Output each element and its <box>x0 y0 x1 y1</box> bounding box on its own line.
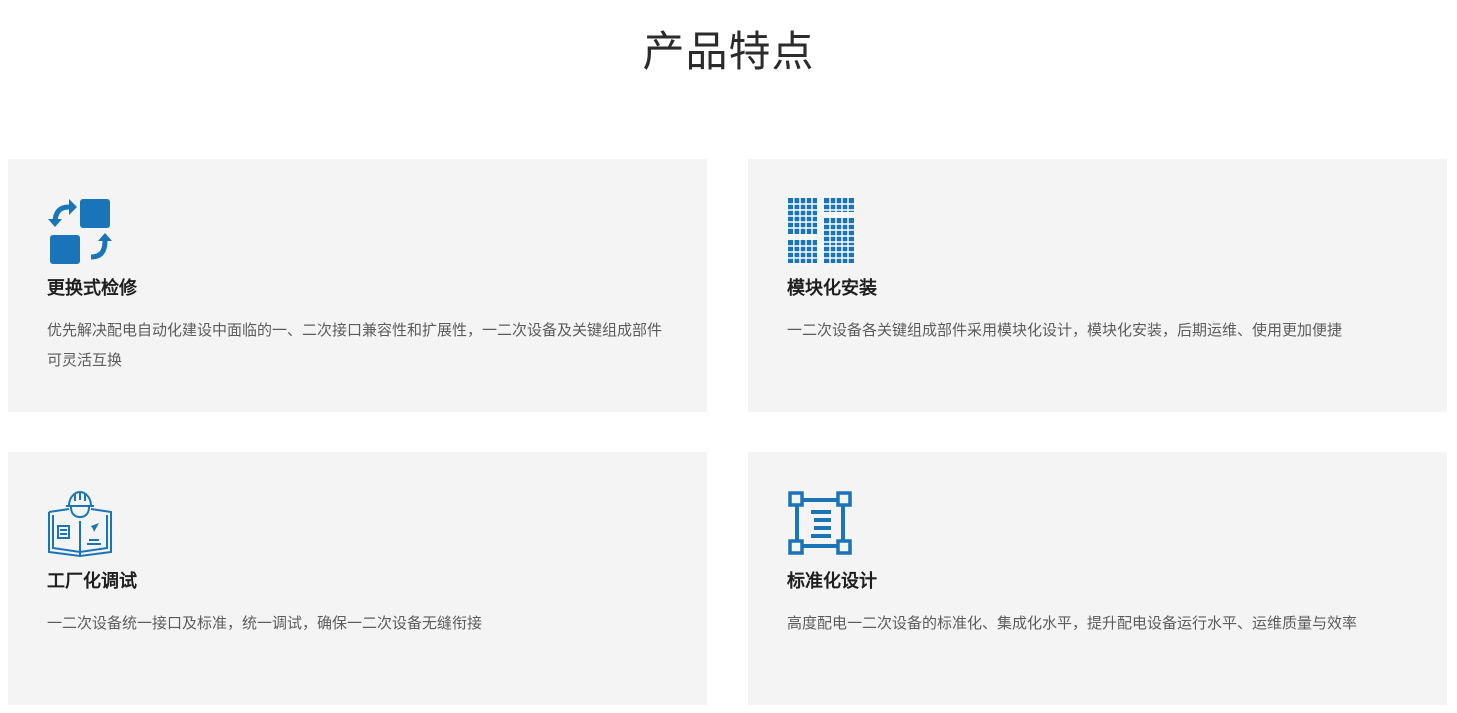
standard-frame-icon <box>787 490 855 558</box>
feature-card-standard-design: 标准化设计 高度配电一二次设备的标准化、集成化水平，提升配电设备运行水平、运维质… <box>748 452 1447 705</box>
swap-icon <box>47 197 115 265</box>
feature-card-factory-debug: 工厂化调试 一二次设备统一接口及标准，统一调试，确保一二次设备无缝衔接 <box>8 452 707 705</box>
feature-title: 更换式检修 <box>47 278 137 299</box>
feature-card-replace-maintenance: 更换式检修 优先解决配电自动化建设中面临的一、二次接口兼容性和扩展性，一二次设备… <box>8 159 707 412</box>
feature-card-modular-install: 模块化安装 一二次设备各关键组成部件采用模块化设计，模块化安装，后期运维、使用更… <box>748 159 1447 412</box>
feature-title: 工厂化调试 <box>47 571 137 592</box>
feature-description: 一二次设备各关键组成部件采用模块化设计，模块化安装，后期运维、使用更加便捷 <box>787 321 1343 339</box>
module-grid-icon <box>787 197 855 265</box>
feature-description: 优先解决配电自动化建设中面临的一、二次接口兼容性和扩展性，一二次设备及关键组成部… <box>47 321 663 369</box>
feature-description: 高度配电一二次设备的标准化、集成化水平，提升配电设备运行水平、运维质量与效率 <box>787 614 1358 632</box>
page-title: 产品特点 <box>642 27 815 76</box>
engineer-manual-icon <box>47 490 115 558</box>
feature-title: 模块化安装 <box>787 278 877 299</box>
feature-description: 一二次设备统一接口及标准，统一调试，确保一二次设备无缝衔接 <box>47 614 483 632</box>
feature-title: 标准化设计 <box>787 571 877 592</box>
